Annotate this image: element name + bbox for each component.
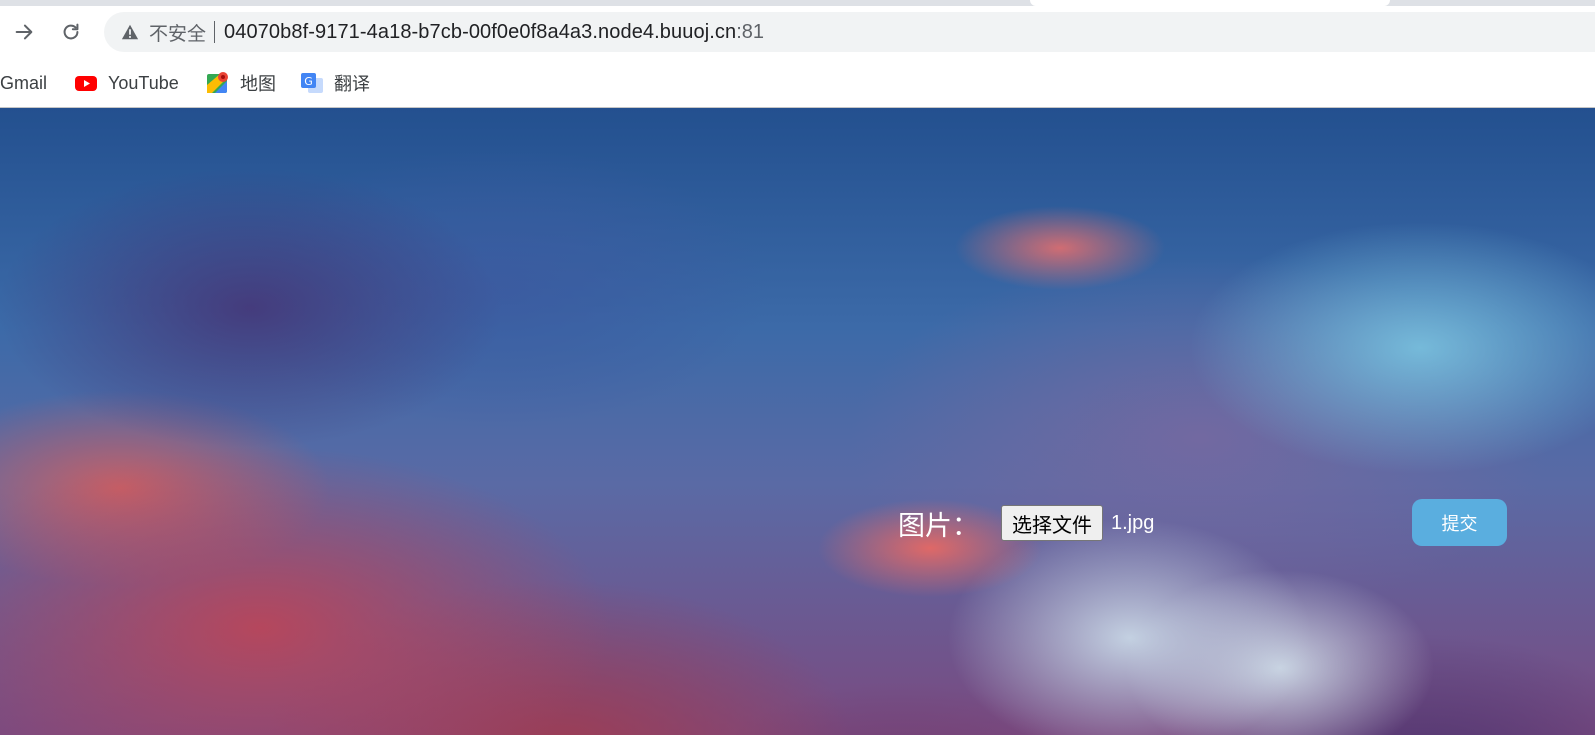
svg-text:G: G [304, 75, 313, 88]
translate-icon: G [300, 71, 324, 95]
bookmark-maps[interactable]: 地图 [206, 70, 276, 96]
reload-icon [63, 23, 79, 40]
selected-file-name: 1.jpg [1111, 511, 1155, 534]
bookmark-translate[interactable]: G 翻译 [300, 70, 370, 96]
warning-triangle-icon[interactable] [121, 23, 139, 41]
image-label: 图片： [898, 510, 979, 542]
forward-button[interactable] [8, 16, 40, 48]
bookmark-gmail[interactable]: Gmail [0, 70, 47, 96]
youtube-icon [74, 71, 98, 95]
browser-toolbar: 不安全 04070b8f-9171-4a18-b7cb-00f0e0f8a4a3… [0, 6, 1595, 62]
bookmark-youtube[interactable]: YouTube [74, 70, 179, 96]
upload-form: 图片： 选择文件 1.jpg [898, 500, 1154, 546]
maps-icon [206, 71, 230, 95]
url-port[interactable]: :81 [736, 21, 764, 44]
url-text[interactable]: 04070b8f-9171-4a18-b7cb-00f0e0f8a4a3.nod… [224, 21, 736, 44]
page-content: 图片： 选择文件 1.jpg 提交 [0, 108, 1595, 735]
bookmark-label: 翻译 [334, 74, 370, 94]
url-separator [214, 21, 216, 43]
choose-file-button[interactable]: 选择文件 [1001, 505, 1103, 541]
bookmark-label: Gmail [0, 72, 48, 93]
submit-button[interactable]: 提交 [1412, 499, 1507, 546]
reload-button[interactable] [55, 16, 87, 48]
security-label[interactable]: 不安全 [149, 19, 206, 46]
bookmarks-bar: Gmail YouTube 地图 G 翻译 [0, 62, 1595, 108]
address-bar[interactable]: 不安全 04070b8f-9171-4a18-b7cb-00f0e0f8a4a3… [104, 12, 1595, 52]
bookmark-label: YouTube [108, 72, 179, 93]
arrow-right-icon [15, 24, 33, 40]
bookmark-label: 地图 [240, 74, 276, 94]
